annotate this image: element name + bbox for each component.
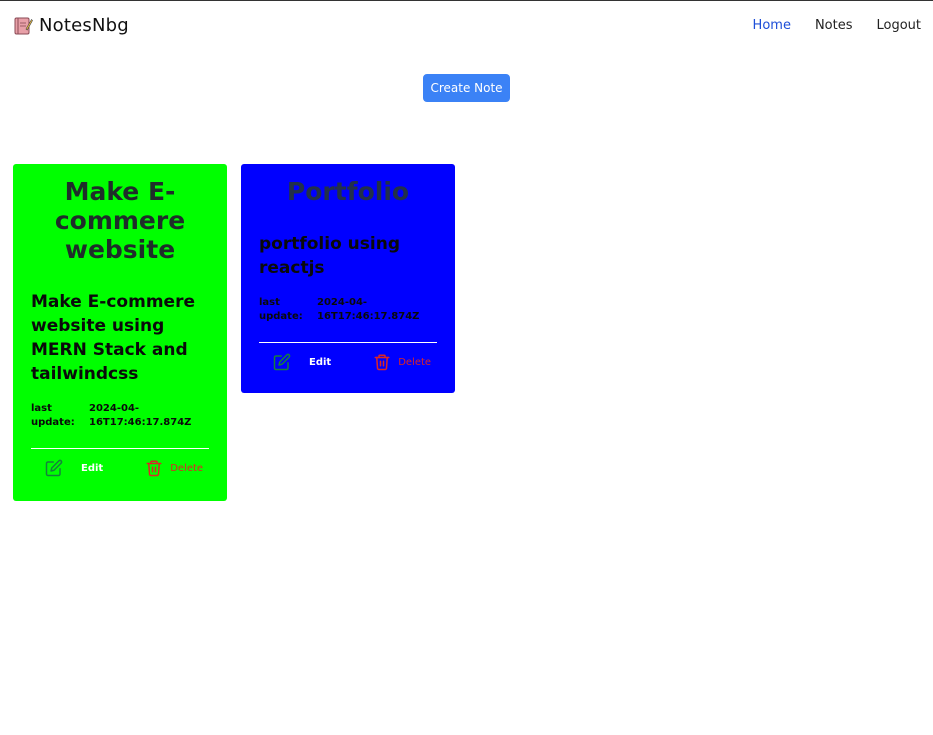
nav-home[interactable]: Home (753, 18, 791, 33)
edit-button[interactable]: Edit (273, 353, 331, 371)
note-card: Portfolio portfolio using reactjs last u… (241, 164, 455, 393)
note-title: Portfolio (286, 177, 410, 206)
last-update-label: last update: (259, 297, 303, 322)
delete-button[interactable]: Delete (373, 353, 431, 371)
card-divider (31, 448, 209, 449)
note-description: portfolio using reactjs (259, 234, 401, 278)
note-meta: last update: 2024-04-16T17:46:17.874Z (31, 402, 209, 430)
edit-icon (45, 459, 63, 477)
note-card: Make E-commere website Make E-commere we… (13, 164, 227, 501)
card-actions: Edit Delete (31, 459, 209, 477)
nav-notes[interactable]: Notes (815, 18, 853, 33)
brand-name: NotesNbg (39, 15, 129, 36)
delete-label: Delete (398, 356, 432, 368)
brand[interactable]: NotesNbg (14, 15, 129, 36)
trash-icon (373, 353, 391, 371)
edit-button[interactable]: Edit (45, 459, 103, 477)
last-update-value: 2024-04-16T17:46:17.874Z (89, 403, 192, 428)
note-meta: last update: 2024-04-16T17:46:17.874Z (259, 296, 437, 324)
last-update-label: last update: (31, 403, 75, 428)
navbar: NotesNbg Home Notes Logout (0, 1, 933, 51)
delete-label: Delete (170, 462, 204, 474)
card-actions: Edit Delete (259, 353, 437, 371)
notebook-icon (14, 16, 33, 35)
delete-button[interactable]: Delete (145, 459, 203, 477)
last-update-value: 2024-04-16T17:46:17.874Z (317, 297, 420, 322)
edit-label: Edit (309, 356, 332, 368)
edit-label: Edit (81, 462, 104, 474)
card-divider (259, 342, 437, 343)
note-description: Make E-commere website using MERN Stack … (31, 292, 195, 384)
create-note-button[interactable]: Create Note (423, 74, 510, 102)
main-nav: Home Notes Logout (753, 18, 921, 33)
note-title: Make E-commere website (54, 177, 186, 264)
nav-logout[interactable]: Logout (876, 18, 921, 33)
edit-icon (273, 353, 291, 371)
trash-icon (145, 459, 163, 477)
